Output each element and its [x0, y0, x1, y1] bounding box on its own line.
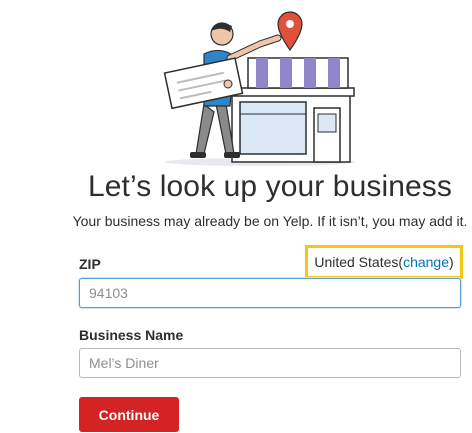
change-country-link[interactable]: change	[403, 254, 449, 270]
page: Let’s look up your business Your busines…	[0, 0, 472, 433]
zip-label: ZIP	[79, 256, 101, 272]
page-subtitle: Your business may already be on Yelp. If…	[72, 213, 468, 229]
zip-input[interactable]	[79, 278, 461, 308]
continue-button[interactable]: Continue	[79, 397, 179, 432]
country-selector: United States ( change )	[305, 245, 463, 279]
country-name: United States	[314, 254, 399, 270]
page-title: Let’s look up your business	[87, 170, 453, 203]
business-name-input[interactable]	[79, 348, 461, 378]
business-name-label: Business Name	[79, 327, 184, 343]
close-paren: )	[449, 254, 454, 270]
storefront-illustration	[163, 11, 355, 166]
